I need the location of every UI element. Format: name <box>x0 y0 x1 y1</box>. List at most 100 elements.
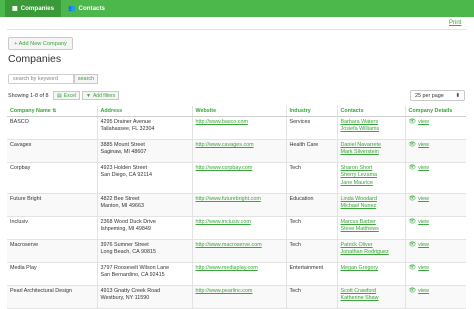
website: http://www.mediaplay.com <box>192 262 287 286</box>
per-page-select[interactable]: 25 per page ⬍ <box>410 90 465 101</box>
website-link[interactable]: http://www.inclusiv.com <box>196 219 251 225</box>
export-excel-button[interactable]: ▤ Excel <box>53 91 80 100</box>
address-line2: San Diego, CA 92114 <box>100 172 152 179</box>
col-website[interactable]: Website <box>192 106 287 117</box>
website-link[interactable]: http://www.basco.com <box>196 119 248 125</box>
website: http://www.macroserve.com <box>192 239 287 263</box>
contact-link[interactable]: Sharon Short <box>341 165 373 171</box>
add-company-button[interactable]: + Add New Company <box>8 37 73 50</box>
website-link[interactable]: http://www.cavages.com <box>196 142 254 148</box>
address-line1: 3885 Mount Street <box>100 142 145 148</box>
contacts: Sharon Short Sherry Lezama Jane Maurice <box>337 162 406 194</box>
contact-link[interactable]: Michael Nunez <box>341 203 377 209</box>
contact-link[interactable]: Patrick Oliver <box>341 242 373 248</box>
company-name: Pearl Architectural Design <box>7 285 98 309</box>
view-link[interactable]: view <box>418 219 429 226</box>
contact-link[interactable]: Jonathan Rodriguez <box>341 249 389 255</box>
company-details: 👁 view <box>405 216 466 240</box>
contact-link[interactable]: Jane Maurice <box>341 180 373 186</box>
contact-link[interactable]: Katherine Shaw <box>341 295 379 301</box>
page-title: Companies <box>8 53 62 65</box>
tab-contacts-label: Contacts <box>78 5 105 12</box>
export-label: Excel <box>63 92 76 99</box>
col-contacts[interactable]: Contacts <box>337 106 406 117</box>
website: http://www.pearlinc.com <box>192 285 287 309</box>
table-row: Corpbay 4923 Holden Street San Diego, CA 9… <box>7 162 466 194</box>
contact-link[interactable]: Josiefa Williams <box>341 126 380 132</box>
company-name: Inclusiv <box>7 216 98 240</box>
industry: Tech <box>286 239 338 263</box>
view-link[interactable]: view <box>418 288 429 295</box>
website-link[interactable]: http://www.mediaplay.com <box>196 265 258 271</box>
eye-icon: 👁 <box>408 196 417 202</box>
address: 4295 Drainer Avenue Tallahassee, FL 32304 <box>97 116 193 140</box>
industry: Health Care <box>286 139 338 163</box>
tab-contacts[interactable]: 👥 Contacts <box>61 0 112 17</box>
search-button[interactable]: search <box>74 74 98 84</box>
address-line1: 4913 Gnatty Creek Road <box>100 288 161 294</box>
company-details: 👁 view <box>405 162 466 194</box>
website-link[interactable]: http://www.macroserve.com <box>196 242 262 248</box>
address-line1: 4822 Bee Street <box>100 196 140 202</box>
address-line2: Westbury, NY 11590 <box>100 295 150 302</box>
website-link[interactable]: http://www.pearlinc.com <box>196 288 253 294</box>
contact-link[interactable]: Mark Silverstein <box>341 149 379 155</box>
address-line2: Tallahassee, FL 32304 <box>100 126 155 133</box>
website: http://www.corpbay.com <box>192 162 287 194</box>
company-name: Media Play <box>7 262 98 286</box>
col-industry[interactable]: Industry <box>286 106 338 117</box>
company-details: 👁 view <box>405 139 466 163</box>
eye-icon: 👁 <box>408 242 417 248</box>
website: http://www.basco.com <box>192 116 287 140</box>
search-input[interactable]: search by keyword <box>8 74 74 84</box>
address-line1: 2368 Wood Duck Drive <box>100 219 156 225</box>
table-header-row: Company Name ⇅ Address Website Industry … <box>7 106 466 117</box>
contact-link[interactable]: Marcus Barber <box>341 219 376 225</box>
address: 4913 Gnatty Creek Road Westbury, NY 11590 <box>97 285 193 309</box>
view-link[interactable]: view <box>418 165 429 172</box>
per-page-value: 25 per page <box>415 92 444 99</box>
company-name: BASCO <box>7 116 98 140</box>
address: 2368 Wood Duck Drive Ishpeming, MI 49849 <box>97 216 193 240</box>
view-link[interactable]: view <box>418 142 429 149</box>
industry: Entertainment <box>286 262 338 286</box>
company-details: 👁 view <box>405 239 466 263</box>
view-link[interactable]: view <box>418 196 429 203</box>
eye-icon: 👁 <box>408 165 417 171</box>
industry: Education <box>286 193 338 217</box>
contact-link[interactable]: Sherry Lezama <box>341 172 378 178</box>
contact-link[interactable]: Scott Crawford <box>341 288 377 294</box>
view-link[interactable]: view <box>418 265 429 272</box>
contacts: Megan Gregory <box>337 262 406 286</box>
company-details: 👁 view <box>405 285 466 309</box>
industry: Services <box>286 116 338 140</box>
tab-companies[interactable]: ▦ Companies <box>5 0 62 17</box>
table-row: Future Bright 4822 Bee Street Manton, MI 4… <box>7 193 466 217</box>
add-filters-label: Add filters <box>92 92 116 99</box>
view-link[interactable]: view <box>418 119 429 126</box>
contact-link[interactable]: Daniel Navarrete <box>341 142 381 148</box>
company-details: 👁 view <box>405 116 466 140</box>
contact-link[interactable]: Steve Matthews <box>341 226 379 232</box>
eye-icon: 👁 <box>408 265 417 271</box>
col-company-name[interactable]: Company Name ⇅ <box>7 106 98 117</box>
table-row: BASCO 4295 Drainer Avenue Tallahassee, FL … <box>7 116 466 140</box>
website: http://www.futurebright.com <box>192 193 287 217</box>
contact-link[interactable]: Linda Woodard <box>341 196 377 202</box>
contacts: Patrick Oliver Jonathan Rodriguez <box>337 239 406 263</box>
contact-link[interactable]: Barbara Waters <box>341 119 379 125</box>
website-link[interactable]: http://www.corpbay.com <box>196 165 253 171</box>
industry: Tech <box>286 216 338 240</box>
view-link[interactable]: view <box>418 242 429 249</box>
website-link[interactable]: http://www.futurebright.com <box>196 196 261 202</box>
building-icon: ▦ <box>12 6 18 12</box>
add-filters-button[interactable]: ▼ Add filters <box>82 91 120 100</box>
address-line1: 3976 Sumner Street <box>100 242 149 248</box>
table-row: Inclusiv 2368 Wood Duck Drive Ishpeming, M… <box>7 216 466 240</box>
company-details: 👁 view <box>405 262 466 286</box>
col-address[interactable]: Address <box>97 106 193 117</box>
address-line2: San Bernardino, CA 92415 <box>100 272 165 279</box>
print-link[interactable]: Print <box>449 20 461 26</box>
contact-link[interactable]: Megan Gregory <box>341 265 378 271</box>
top-navigation: ▦ Companies 👥 Contacts <box>0 0 474 17</box>
